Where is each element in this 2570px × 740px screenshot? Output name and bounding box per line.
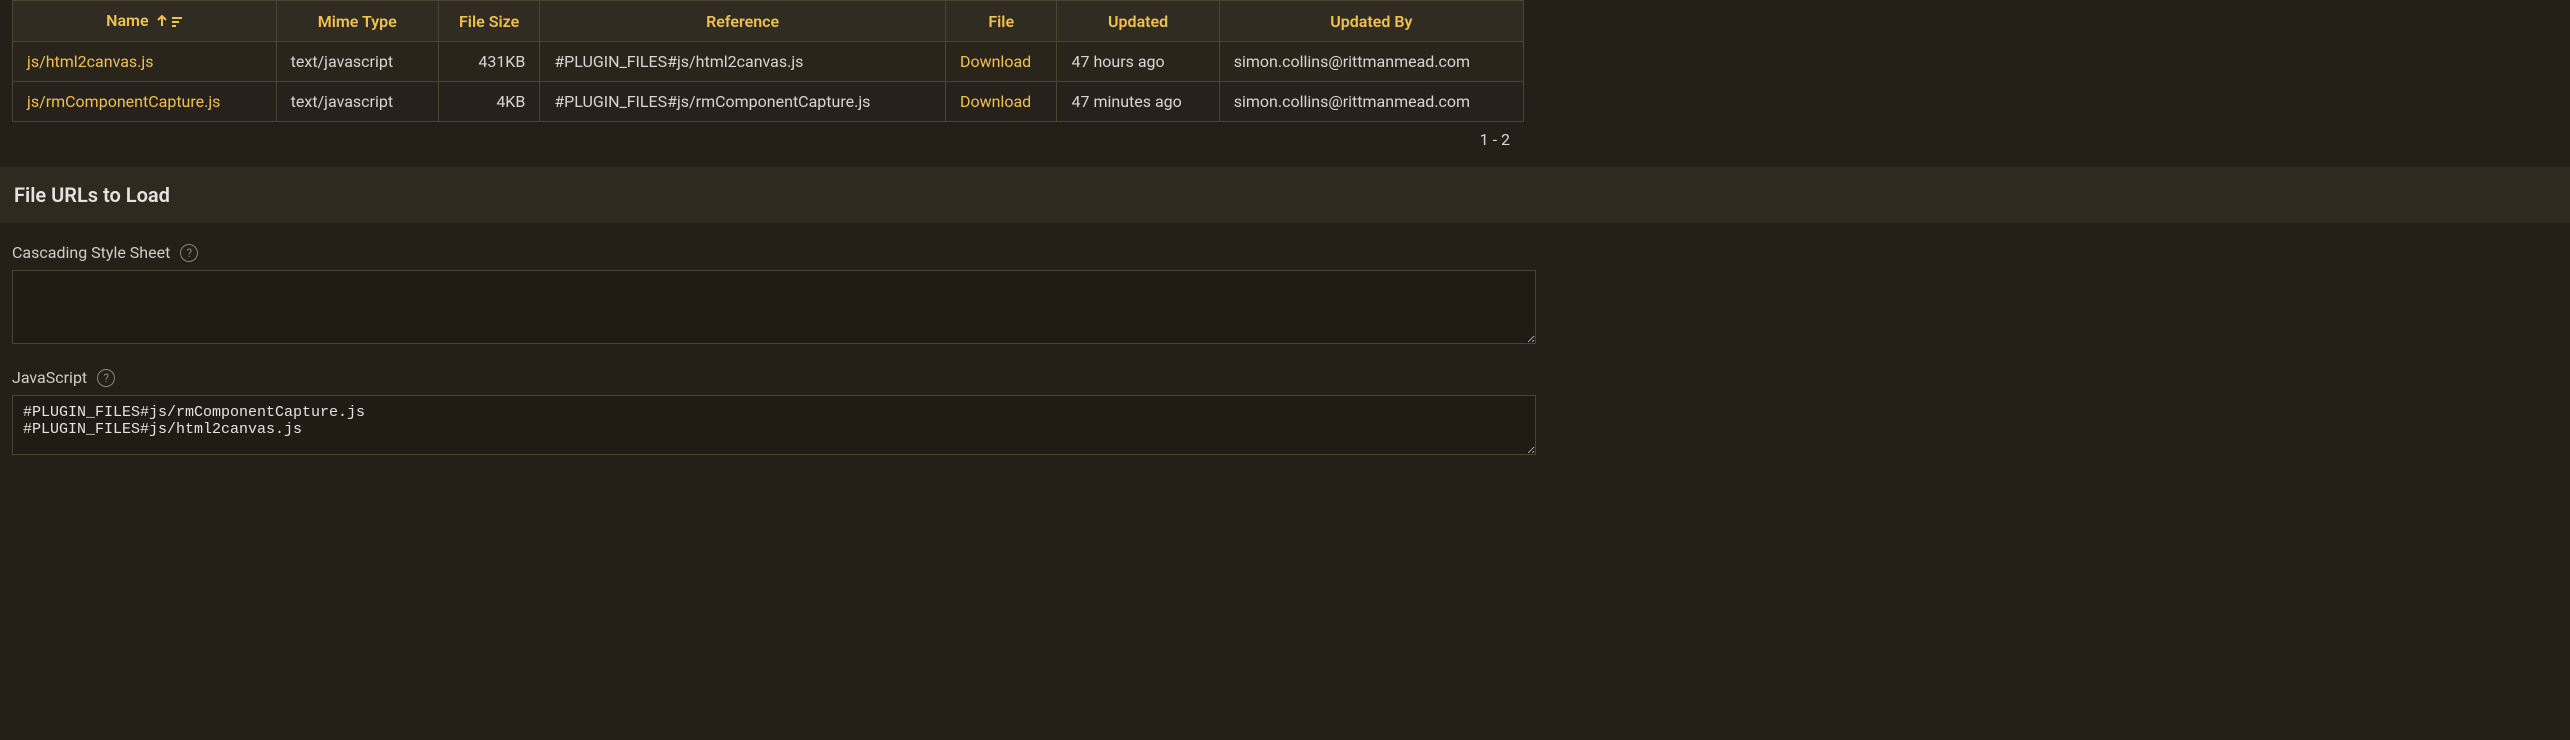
pagination-text: 1 - 2: [12, 122, 1524, 167]
help-icon[interactable]: ?: [97, 369, 115, 387]
cell-updated-by: simon.collins@rittmanmead.com: [1219, 42, 1523, 82]
col-name-label: Name: [106, 11, 148, 30]
file-name-link[interactable]: js/html2canvas.js: [27, 52, 153, 71]
download-link[interactable]: Download: [960, 52, 1031, 71]
sort-asc-icon: [157, 12, 167, 31]
js-urls-textarea[interactable]: [12, 395, 1536, 455]
help-icon[interactable]: ?: [180, 244, 198, 262]
table-row: js/rmComponentCapture.js text/javascript…: [13, 82, 1524, 122]
cell-reference: #PLUGIN_FILES#js/html2canvas.js: [540, 42, 946, 82]
files-table: Name Mime Type File Size Reference File …: [12, 0, 1524, 122]
js-field-label: JavaScript: [12, 368, 87, 387]
cell-size: 4KB: [438, 82, 539, 122]
col-name-header[interactable]: Name: [13, 1, 277, 42]
cell-updated: 47 minutes ago: [1057, 82, 1219, 122]
col-file-header[interactable]: File: [945, 1, 1057, 42]
table-row: js/html2canvas.js text/javascript 431KB …: [13, 42, 1524, 82]
cell-mime: text/javascript: [276, 42, 438, 82]
css-field-label: Cascading Style Sheet: [12, 243, 170, 262]
sort-indicator: [157, 12, 183, 31]
col-size-header[interactable]: File Size: [438, 1, 539, 42]
col-reference-header[interactable]: Reference: [540, 1, 946, 42]
col-updated-header[interactable]: Updated: [1057, 1, 1219, 42]
file-name-link[interactable]: js/rmComponentCapture.js: [27, 92, 220, 111]
col-mime-header[interactable]: Mime Type: [276, 1, 438, 42]
sort-lines-icon: [171, 12, 183, 31]
cell-size: 431KB: [438, 42, 539, 82]
section-header-file-urls: File URLs to Load: [0, 167, 2570, 223]
download-link[interactable]: Download: [960, 92, 1031, 111]
cell-updated-by: simon.collins@rittmanmead.com: [1219, 82, 1523, 122]
col-updated-by-header[interactable]: Updated By: [1219, 1, 1523, 42]
cell-mime: text/javascript: [276, 82, 438, 122]
cell-updated: 47 hours ago: [1057, 42, 1219, 82]
css-urls-textarea[interactable]: [12, 270, 1536, 344]
cell-reference: #PLUGIN_FILES#js/rmComponentCapture.js: [540, 82, 946, 122]
